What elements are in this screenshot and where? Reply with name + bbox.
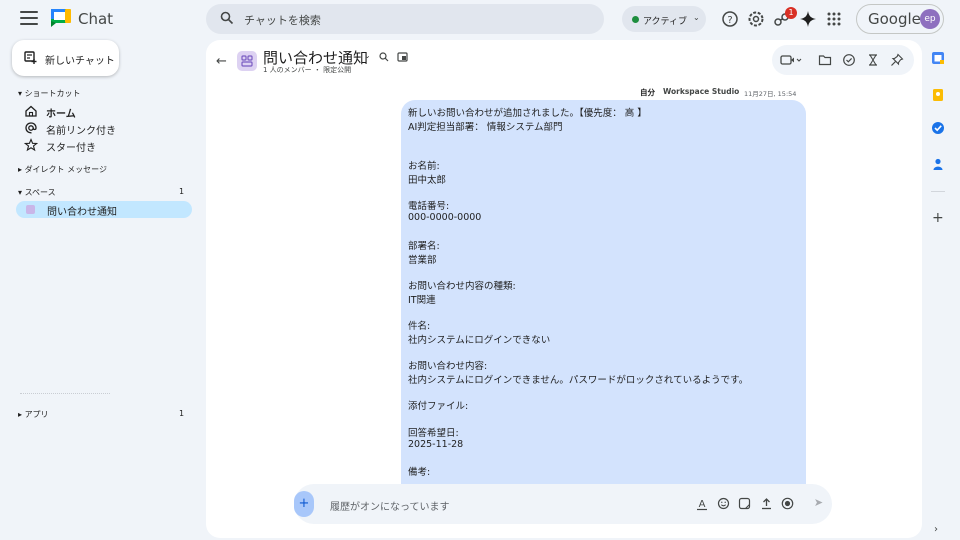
message-line: お名前: bbox=[408, 161, 440, 172]
message-input[interactable]: 履歴がオンになっています bbox=[330, 498, 450, 513]
help-icon[interactable]: ? bbox=[720, 9, 740, 29]
message-line: 回答希望日: bbox=[408, 428, 459, 439]
send-button[interactable]: ➤ bbox=[806, 488, 831, 518]
message-line: 電話番号: bbox=[408, 201, 450, 212]
space-avatar bbox=[237, 51, 257, 71]
open-in-window-icon[interactable] bbox=[397, 52, 408, 62]
message-line: お問い合わせ内容の種類: bbox=[408, 281, 516, 292]
message-line: IT関連 bbox=[408, 295, 436, 306]
new-chat-icon bbox=[24, 51, 37, 64]
google-apps-grid-icon[interactable] bbox=[824, 9, 844, 29]
sidebar-divider bbox=[20, 393, 110, 394]
chevron-right-icon[interactable]: › bbox=[934, 524, 938, 535]
gif-sticker-icon[interactable] bbox=[738, 497, 751, 510]
new-chat-label: 新しいチャット bbox=[45, 56, 115, 67]
message-line: 社内システムにログインできない bbox=[408, 335, 551, 346]
contacts-app-icon[interactable] bbox=[931, 157, 945, 171]
back-arrow-icon[interactable]: ← bbox=[216, 54, 227, 69]
message-line: 田中太郎 bbox=[408, 175, 447, 186]
svg-text:?: ? bbox=[727, 15, 732, 26]
pin-icon[interactable] bbox=[890, 53, 904, 67]
search-input[interactable]: チャットを検索 bbox=[244, 12, 321, 28]
files-folder-icon[interactable] bbox=[818, 53, 832, 67]
emoji-icon[interactable] bbox=[717, 497, 730, 510]
svg-text:A: A bbox=[699, 499, 706, 510]
message-line: 部署名: bbox=[408, 241, 440, 252]
message-line: 件名: bbox=[408, 321, 431, 332]
add-attachment-button[interactable]: + bbox=[294, 491, 314, 517]
chevron-down-icon[interactable]: ⌄ bbox=[364, 51, 371, 60]
message-composer[interactable]: + 履歴がオンになっています A bbox=[294, 484, 832, 524]
google-wordmark: Google bbox=[868, 10, 921, 28]
message-line: 社内システムにログインできません。パスワードがロックされているようです。 bbox=[408, 375, 749, 386]
message-line: AI判定担当部署： 情報システム部門 bbox=[408, 122, 563, 133]
sidebar-item-label: 名前リンク付き bbox=[46, 126, 116, 137]
space-subtitle: 1 人のメンバー ・ 限定公開 bbox=[263, 66, 352, 74]
tasks-check-icon[interactable] bbox=[842, 53, 856, 67]
spaces-heading: スペース bbox=[24, 188, 56, 197]
star-icon bbox=[24, 138, 38, 152]
message-line: 添付ファイル: bbox=[408, 401, 469, 412]
status-label: アクティブ bbox=[643, 17, 688, 27]
self-label: 自分 bbox=[640, 88, 655, 97]
conversation-panel: ← 問い合わせ通知 ⌄ 1 人のメンバー ・ 限定公開 自分 Workspace… bbox=[206, 40, 922, 538]
chat-logo-icon bbox=[51, 9, 71, 27]
add-app-icon[interactable]: + bbox=[932, 210, 944, 226]
message-line: 000-0000-0000 bbox=[408, 212, 482, 223]
sidebar-item-mentions[interactable]: 名前リンク付き bbox=[24, 120, 184, 137]
sidebar-item-starred[interactable]: スター付き bbox=[24, 137, 184, 154]
record-video-icon[interactable] bbox=[781, 497, 794, 510]
app-name: Chat bbox=[78, 10, 114, 28]
status-dropdown[interactable]: アクティブ ⌄ bbox=[622, 6, 706, 32]
home-icon bbox=[25, 105, 37, 117]
keep-app-icon[interactable] bbox=[931, 88, 945, 102]
gemini-spark-icon[interactable] bbox=[798, 9, 818, 29]
hourglass-icon[interactable] bbox=[866, 53, 880, 67]
at-sign-icon bbox=[25, 122, 37, 134]
apps-heading: アプリ bbox=[24, 410, 49, 419]
shortcuts-section-toggle[interactable]: ▾ ショートカット bbox=[18, 88, 81, 99]
spaces-section-toggle[interactable]: ▾ スペース bbox=[18, 187, 56, 198]
search-bar[interactable]: チャットを検索 bbox=[206, 4, 604, 34]
direct-messages-section-toggle[interactable]: ▸ ダイレクト メッセージ bbox=[18, 164, 107, 175]
video-call-icon[interactable] bbox=[780, 53, 802, 67]
top-bar: Chat チャットを検索 アクティブ ⌄ ? 1 Google ep bbox=[0, 0, 960, 38]
main-menu-icon[interactable] bbox=[20, 11, 38, 25]
sidebar-item-label: スター付き bbox=[46, 143, 96, 154]
search-in-space-icon[interactable] bbox=[379, 52, 389, 62]
active-status-dot bbox=[632, 16, 639, 23]
message-line: 営業部 bbox=[408, 255, 437, 266]
message-line: お問い合わせ内容: bbox=[408, 361, 488, 372]
new-chat-button[interactable]: 新しいチャット bbox=[12, 40, 119, 76]
search-icon bbox=[220, 11, 234, 25]
rail-divider bbox=[931, 191, 945, 192]
space-toolbar bbox=[772, 45, 914, 75]
chevron-down-icon: ⌄ bbox=[693, 13, 700, 22]
upload-icon[interactable] bbox=[760, 497, 773, 510]
text-format-icon[interactable]: A bbox=[696, 497, 708, 511]
message-timestamp: 11月27日, 15:54 bbox=[744, 90, 797, 98]
message-line: 2025-11-28 bbox=[408, 439, 464, 450]
notification-badge: 1 bbox=[785, 7, 797, 19]
message-line: 備考: bbox=[408, 467, 431, 478]
message-line: 新しいお問い合わせが追加されました。【優先度： 高 】 bbox=[408, 108, 647, 119]
sidebar-item-label: ホーム bbox=[46, 109, 76, 120]
calendar-app-icon[interactable] bbox=[931, 51, 945, 65]
sidebar-item-inquiry-notification[interactable]: 問い合わせ通知 bbox=[16, 201, 192, 218]
space-avatar-icon bbox=[26, 205, 35, 214]
shortcuts-heading: ショートカット bbox=[24, 89, 81, 98]
spaces-count: 1 bbox=[179, 187, 185, 196]
space-grid-icon bbox=[241, 55, 253, 67]
message-sender[interactable]: Workspace Studio bbox=[663, 87, 739, 96]
tasks-app-icon[interactable] bbox=[931, 121, 945, 135]
apps-count: 1 bbox=[179, 409, 185, 418]
apps-section-toggle[interactable]: ▸ アプリ bbox=[18, 409, 49, 420]
direct-messages-heading: ダイレクト メッセージ bbox=[24, 165, 107, 174]
message-bubble[interactable]: 新しいお問い合わせが追加されました。【優先度： 高 】 AI判定担当部署： 情報… bbox=[401, 100, 806, 520]
sidebar-item-home[interactable]: ホーム bbox=[24, 103, 184, 120]
avatar[interactable]: ep bbox=[920, 9, 940, 29]
sidebar-item-label: 問い合わせ通知 bbox=[47, 207, 117, 218]
account-switcher[interactable]: Google ep bbox=[856, 4, 944, 34]
settings-icon[interactable] bbox=[746, 9, 766, 29]
